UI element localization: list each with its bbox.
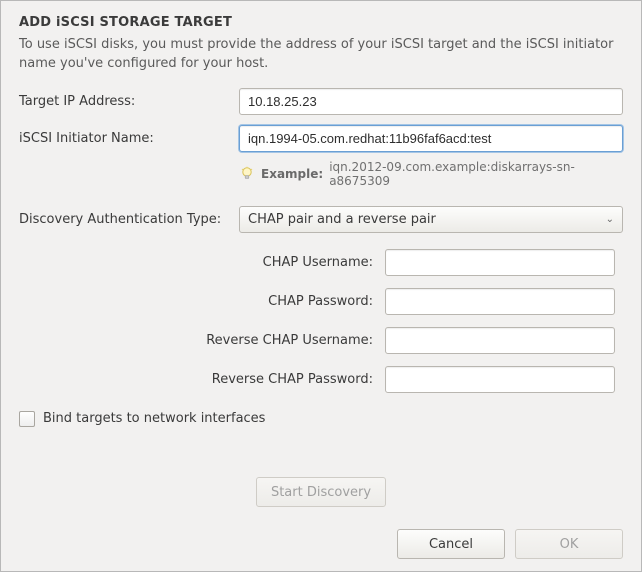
chevron-down-icon: ⌄ bbox=[606, 214, 614, 225]
chap-user-row: CHAP Username: bbox=[19, 249, 623, 276]
chap-user-input[interactable] bbox=[385, 249, 615, 276]
example-block: Example: iqn.2012-09.com.example:diskarr… bbox=[239, 160, 623, 188]
cancel-button[interactable]: Cancel bbox=[397, 529, 505, 559]
chap-pass-input[interactable] bbox=[385, 288, 615, 315]
rchap-pass-label: Reverse CHAP Password: bbox=[203, 372, 373, 387]
dialog-description: To use iSCSI disks, you must provide the… bbox=[19, 36, 623, 74]
discovery-row: Start Discovery bbox=[19, 447, 623, 517]
dialog-title: ADD iSCSI STORAGE TARGET bbox=[19, 15, 623, 30]
bind-label: Bind targets to network interfaces bbox=[43, 411, 265, 426]
target-ip-label: Target IP Address: bbox=[19, 94, 229, 109]
example-text: iqn.2012-09.com.example:diskarrays-sn-a8… bbox=[329, 160, 623, 188]
auth-type-row: Discovery Authentication Type: CHAP pair… bbox=[19, 206, 623, 233]
iscsi-dialog: ADD iSCSI STORAGE TARGET To use iSCSI di… bbox=[0, 0, 642, 572]
auth-type-select[interactable]: CHAP pair and a reverse pair ⌄ bbox=[239, 206, 623, 233]
rchap-pass-row: Reverse CHAP Password: bbox=[19, 366, 623, 393]
example-label: Example: bbox=[261, 167, 323, 181]
rchap-user-input[interactable] bbox=[385, 327, 615, 354]
auth-type-selected: CHAP pair and a reverse pair bbox=[248, 212, 436, 227]
bind-checkbox[interactable] bbox=[19, 411, 35, 427]
ok-button[interactable]: OK bbox=[515, 529, 623, 559]
example-row: Example: iqn.2012-09.com.example:diskarr… bbox=[19, 160, 623, 188]
target-ip-input[interactable] bbox=[239, 88, 623, 115]
initiator-label: iSCSI Initiator Name: bbox=[19, 131, 229, 146]
chap-pass-label: CHAP Password: bbox=[203, 294, 373, 309]
target-ip-row: Target IP Address: bbox=[19, 88, 623, 115]
footer: Cancel OK bbox=[19, 517, 623, 559]
chap-user-label: CHAP Username: bbox=[203, 255, 373, 270]
initiator-input[interactable] bbox=[239, 125, 623, 152]
chap-pass-row: CHAP Password: bbox=[19, 288, 623, 315]
rchap-user-label: Reverse CHAP Username: bbox=[203, 333, 373, 348]
lightbulb-icon bbox=[239, 166, 255, 182]
auth-fields: CHAP Username: CHAP Password: Reverse CH… bbox=[19, 249, 623, 405]
rchap-pass-input[interactable] bbox=[385, 366, 615, 393]
auth-type-label: Discovery Authentication Type: bbox=[19, 212, 229, 227]
initiator-row: iSCSI Initiator Name: bbox=[19, 125, 623, 152]
bind-row: Bind targets to network interfaces bbox=[19, 411, 623, 427]
start-discovery-button[interactable]: Start Discovery bbox=[256, 477, 386, 507]
rchap-user-row: Reverse CHAP Username: bbox=[19, 327, 623, 354]
